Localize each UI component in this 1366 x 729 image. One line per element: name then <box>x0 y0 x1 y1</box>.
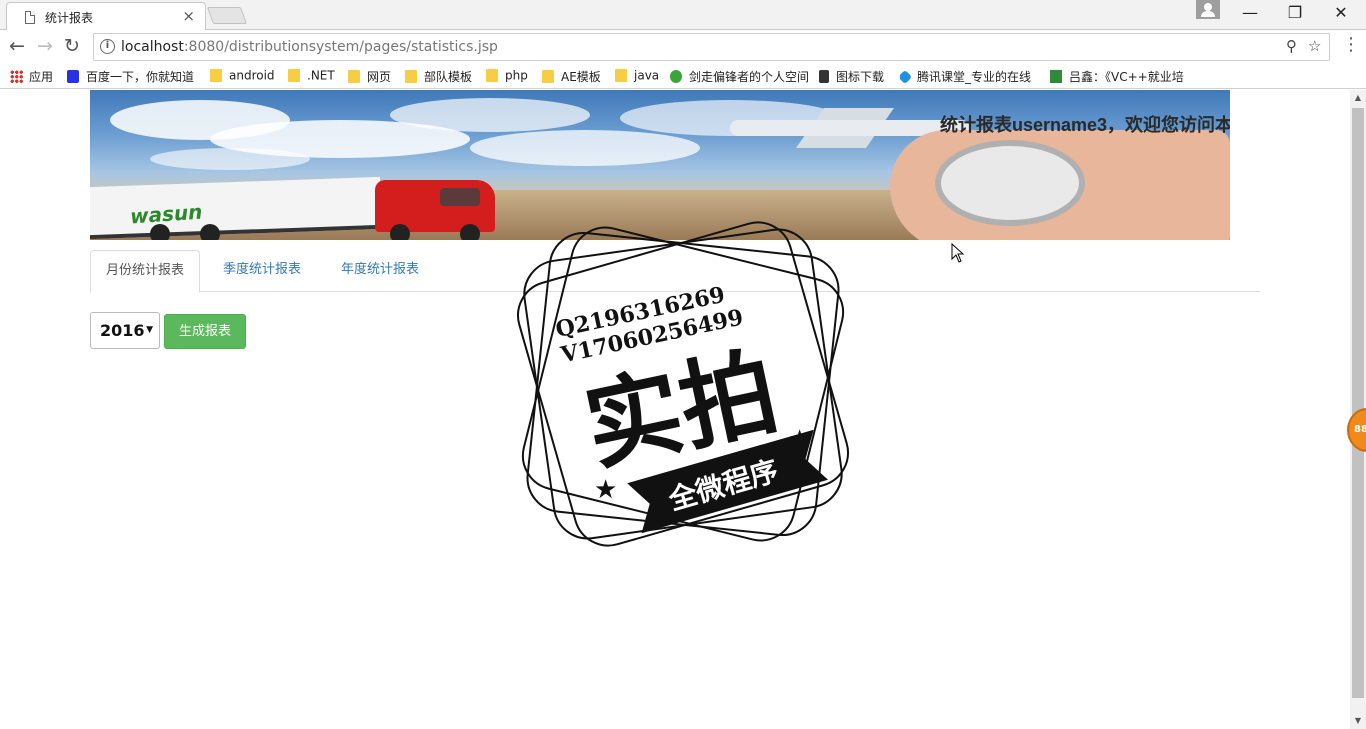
year-select[interactable]: 2016 ▼ <box>90 312 160 349</box>
restore-button[interactable]: ❐ <box>1272 0 1318 28</box>
scroll-down-icon[interactable]: ▼ <box>1350 713 1366 729</box>
folder-icon <box>486 69 498 82</box>
key-icon[interactable]: ⚲ <box>1286 37 1297 55</box>
watermark-stamp: Q2196316269 V17060256499 实拍 全微程序 ★ ★ <box>510 214 856 554</box>
tab-monthly-report[interactable]: 月份统计报表 <box>90 250 201 293</box>
robot-icon <box>819 70 829 83</box>
bookmark-apps[interactable]: 应用 <box>10 68 53 86</box>
address-bar[interactable]: i localhost:8080/distributionsystem/page… <box>93 33 1330 61</box>
welcome-message: 统计报表username3，欢迎您访问本站注销 <box>940 111 1230 137</box>
folder-icon <box>210 69 222 82</box>
stopwatch-image <box>935 140 1085 226</box>
bookmark-star-icon[interactable]: ☆ <box>1308 37 1321 55</box>
bookmark-ae-template[interactable]: AE模板 <box>542 68 601 86</box>
browser-tab[interactable]: 统计报表 × <box>6 2 206 31</box>
year-select-value: 2016 <box>100 321 145 340</box>
bookmark-baidu[interactable]: 百度一下，你就知道 <box>67 68 194 86</box>
url-text: localhost:8080/distributionsystem/pages/… <box>121 39 498 55</box>
bookmark-tencent-class[interactable]: 腾讯课堂_专业的在线 <box>900 68 1038 86</box>
tab-close-button[interactable]: × <box>182 7 195 25</box>
bookmark-vc-course[interactable]: 吕鑫：《VC++就业培 <box>1050 68 1188 86</box>
reload-icon[interactable]: ↻ <box>64 35 80 57</box>
green-c-icon <box>670 70 682 83</box>
document-icon <box>25 11 35 24</box>
folder-icon <box>348 70 360 83</box>
book-icon <box>1050 70 1062 83</box>
apps-grid-icon <box>10 70 23 83</box>
tab-quarterly-report[interactable]: 季度统计报表 <box>208 250 316 292</box>
star-icon: ★ <box>594 475 617 505</box>
info-icon[interactable]: i <box>100 39 115 54</box>
generate-report-button[interactable]: 生成报表 <box>164 314 246 349</box>
folder-icon <box>405 70 417 83</box>
minimize-button[interactable]: — <box>1227 0 1273 28</box>
bookmark-dotnet[interactable]: .NET <box>288 68 335 86</box>
tencent-icon <box>900 69 913 84</box>
forward-arrow-icon[interactable]: → <box>37 35 53 57</box>
close-window-button[interactable]: ✕ <box>1318 0 1364 28</box>
welcome-text: 统计报表username3，欢迎您访问本站 <box>940 115 1230 135</box>
bookmark-webpage[interactable]: 网页 <box>348 68 391 86</box>
page-content: wasun 统计报表username3，欢迎您访问本站注销 月份统计报表 季度统… <box>0 90 1350 729</box>
bookmark-army-template[interactable]: 部队模板 <box>405 68 472 86</box>
tab-yearly-report[interactable]: 年度统计报表 <box>326 250 434 292</box>
mouse-cursor-icon <box>951 243 965 263</box>
dropdown-arrow-icon: ▼ <box>146 325 153 335</box>
folder-icon <box>542 70 554 83</box>
back-arrow-icon[interactable]: ← <box>9 35 25 57</box>
browser-menu-icon[interactable]: ⋮ <box>1342 34 1360 55</box>
bookmark-icon-download[interactable]: 图标下载 <box>819 68 884 86</box>
scroll-up-icon[interactable]: ▲ <box>1350 90 1366 106</box>
tab-title: 统计报表 <box>45 11 94 25</box>
folder-icon <box>615 69 627 82</box>
star-icon: ★ <box>788 425 811 455</box>
browser-titlebar: 统计报表 × — ❐ ✕ <box>0 0 1366 31</box>
folder-icon <box>288 69 300 82</box>
scroll-thumb[interactable] <box>1352 108 1364 698</box>
bookmark-android[interactable]: android <box>210 68 275 86</box>
bookmarks-bar: 应用 百度一下，你就知道 android .NET 网页 部队模板 php AE… <box>0 64 1366 89</box>
bookmark-php[interactable]: php <box>486 68 528 86</box>
truck-logo: wasun <box>129 199 204 229</box>
baidu-paw-icon <box>67 70 79 83</box>
profile-icon[interactable] <box>1196 0 1220 19</box>
new-tab-button[interactable] <box>206 7 248 24</box>
bookmark-java[interactable]: java <box>615 68 659 86</box>
bookmark-personal-space[interactable]: 剑走偏锋者的个人空间 <box>670 68 808 86</box>
